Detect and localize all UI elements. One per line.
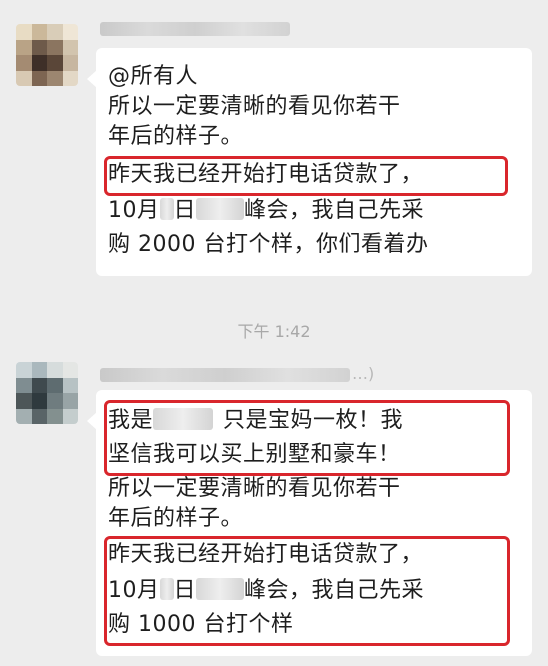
avatar[interactable]	[16, 24, 78, 86]
highlight-box	[104, 156, 508, 196]
message-fragment: 峰会，我自己先采	[244, 198, 425, 223]
message-line: 10月日 峰会，我自己先采	[108, 196, 424, 226]
message-line: @所有人	[108, 64, 199, 89]
message-bubble[interactable]: 我是 只是宝妈一枚！我 坚信我可以买上别墅和豪车！ 所以一定要清晰的看见你若干 年…	[87, 390, 532, 656]
sender-name-tail: …)	[352, 364, 375, 383]
message-bubble[interactable]: @所有人 所以一定要清晰的看见你若干 年后的样子。 昨天我已经开始打电话贷款了，…	[87, 48, 532, 276]
message-line: 年后的样子。	[108, 124, 244, 149]
message-line: 所以一定要清晰的看见你若干	[108, 94, 401, 119]
message-line: 所以一定要清晰的看见你若干	[108, 476, 401, 501]
message-fragment: 日	[173, 198, 197, 223]
sender-name-blurred	[100, 368, 350, 382]
highlight-box	[104, 400, 510, 476]
redaction-blur	[196, 198, 245, 220]
message-line: 购 2000 台打个样，你们看着办	[108, 232, 429, 257]
message-line: 年后的样子。	[108, 506, 244, 531]
chat-timestamp: 下午 1:42	[237, 322, 311, 341]
avatar[interactable]	[16, 362, 78, 424]
sender-name-blurred	[100, 22, 290, 36]
highlight-box	[104, 536, 510, 646]
redaction-blur	[159, 198, 174, 220]
message-fragment: 10月	[108, 198, 160, 223]
